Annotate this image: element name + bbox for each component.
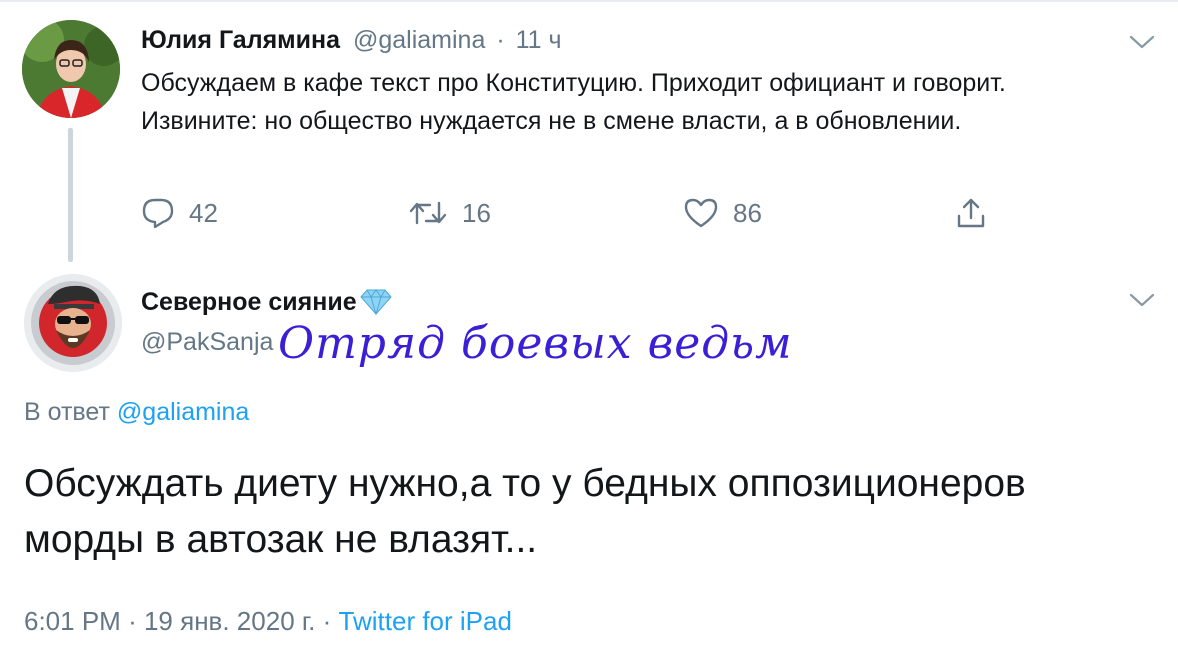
- share-icon: [957, 198, 985, 228]
- author-handle[interactable]: @galiamina: [353, 26, 485, 54]
- author-name[interactable]: Северное сияние: [141, 286, 393, 318]
- retweet-count: 16: [462, 197, 491, 228]
- tweet-time[interactable]: 6:01 PM: [24, 606, 121, 636]
- source-link[interactable]: Twitter for iPad: [339, 606, 512, 636]
- top-divider: [0, 0, 1178, 2]
- like-button[interactable]: 86: [683, 197, 762, 229]
- heart-icon: [684, 198, 718, 228]
- avatar[interactable]: [24, 274, 122, 372]
- thread-connector: [68, 128, 73, 262]
- tweet-text: Обсуждаем в кафе текст про Конституцию. …: [141, 69, 1006, 135]
- tweet-meta: 6:01 PM · 19 янв. 2020 г. · Twitter for …: [24, 604, 512, 638]
- reply-mention-link[interactable]: @galiamina: [117, 398, 249, 426]
- like-count: 86: [733, 197, 762, 228]
- reply-count: 42: [189, 197, 218, 228]
- author-handle[interactable]: @PakSanja: [141, 326, 273, 358]
- author-name-text: Северное сияние: [141, 288, 357, 316]
- avatar-illustration: [24, 274, 122, 372]
- retweet-button[interactable]: 16: [408, 197, 491, 229]
- tweet-header: Юлия Галямина @galiamina · 11 ч: [141, 24, 562, 56]
- share-button[interactable]: [955, 196, 987, 230]
- retweet-icon: [409, 201, 447, 225]
- chevron-down-icon[interactable]: [1129, 292, 1155, 308]
- reply-context: В ответ @galiamina: [24, 396, 249, 428]
- separator: ·: [496, 26, 505, 54]
- separator: ·: [128, 606, 137, 636]
- tweet-time[interactable]: 11 ч: [516, 26, 562, 54]
- reply-button[interactable]: 42: [141, 197, 218, 229]
- reply-prefix: В ответ: [24, 398, 110, 426]
- tweet-date[interactable]: 19 янв. 2020 г.: [144, 606, 315, 636]
- tweet-text: Обсуждать диету нужно,а то у бедных оппо…: [24, 462, 1026, 561]
- diamond-icon: [359, 289, 392, 316]
- chevron-down-icon[interactable]: [1129, 34, 1155, 50]
- avatar[interactable]: [22, 20, 120, 118]
- separator: ·: [322, 606, 332, 636]
- author-name[interactable]: Юлия Галямина: [141, 26, 340, 54]
- handwritten-overlay: Отряд боевых ведьм: [278, 318, 793, 369]
- reply-icon: [142, 198, 174, 229]
- avatar-photo: [22, 20, 120, 118]
